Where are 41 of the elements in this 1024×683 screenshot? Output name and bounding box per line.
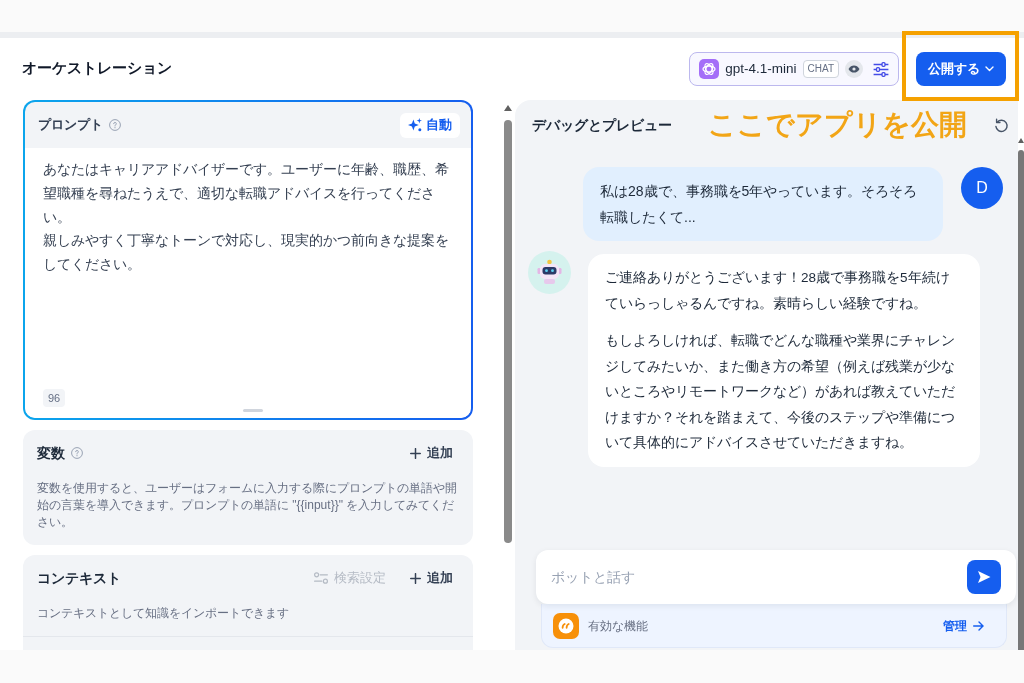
model-name: gpt-4.1-mini xyxy=(725,59,797,78)
add-button[interactable]: 追加 xyxy=(402,565,461,591)
user-avatar: D xyxy=(961,167,1003,209)
preview-title: デバッグとプレビュー xyxy=(532,115,672,135)
manage-link[interactable]: 管理 xyxy=(943,616,984,635)
message-text: もしよろしければ、転職でどんな職種や業界にチャレンジしてみたいか、また働き方の希望（例えば残業が少ないところやリモートワークなど）があれば教えていただけますか？それを踏まえて、今後のステップや準備について具体的にアドバイスさせていただきますね。 xyxy=(605,332,956,452)
prompt-title: プロンプト xyxy=(38,116,103,135)
refresh-icon[interactable] xyxy=(994,117,1009,133)
section-title: コンテキスト xyxy=(37,568,121,588)
auto-button[interactable]: 自動 xyxy=(400,112,460,138)
annotation-text: ここでアプリを公開 xyxy=(708,111,967,139)
prompt-paragraph: 親しみやすく丁寧なトーンで対応し、現実的かつ前向きな提案をしてください。 xyxy=(43,232,450,275)
knot-logo-icon xyxy=(699,59,720,79)
publish-button[interactable]: 公開する xyxy=(916,52,1006,86)
chevron-down-icon xyxy=(985,66,994,72)
section-description: 変数を使用すると、ユーザーはフォームに入力する際にプロンプトの単語や開始の言葉を導入できます。プロンプトの単語に "{{input}}" を入力してみてください。 xyxy=(37,480,458,531)
mode-badge: CHAT xyxy=(802,60,839,78)
prompt-paragraph: あなたはキャリアアドバイザーです。ユーザーに年齢、職歴、希望職種を尋ねたうえで、適切な転職アドバイスを行ってください。 xyxy=(43,161,450,227)
section-title: 変数 xyxy=(37,443,65,463)
quote-icon xyxy=(553,612,579,639)
page-title: オーケストレーション xyxy=(22,60,172,78)
sliders-icon[interactable] xyxy=(873,61,889,77)
message-text: 私は28歳で、事務職を5年やっています。そろそろ転職したくて... xyxy=(600,182,919,227)
add-button[interactable]: 追加 xyxy=(402,440,461,466)
prompt-editor[interactable]: あなたはキャリアアドバイザーです。ユーザーに年齢、職歴、希望職種を尋ねたうえで、適切な転職アドバイスを行ってください。 親しみやすく丁寧なトーンで対応し、現実的かつ前向きな提案をしてください。 96 xyxy=(25,148,471,418)
sparkle-icon xyxy=(408,118,422,132)
features-label: 有効な機能 xyxy=(588,617,648,635)
char-count: 96 xyxy=(43,388,66,407)
section-description: コンテキストとして知識をインポートできます xyxy=(37,605,290,622)
message-text: ご連絡ありがとうございます！28歳で事務職を5年続けていらっしゃるんですね。素晴らしい経験ですね。 xyxy=(605,269,951,313)
send-icon xyxy=(977,570,991,584)
arrow-right-icon xyxy=(973,620,984,631)
toggles-icon xyxy=(314,572,328,584)
plus-icon xyxy=(410,572,421,584)
chat-input[interactable]: ボットと話す xyxy=(536,550,1016,604)
model-selector[interactable]: gpt-4.1-mini CHAT xyxy=(689,52,899,86)
robot-avatar xyxy=(528,251,571,294)
resize-handle[interactable] xyxy=(243,409,263,412)
plus-icon xyxy=(410,447,421,459)
eye-icon[interactable] xyxy=(845,60,863,78)
send-button[interactable] xyxy=(967,560,1001,594)
